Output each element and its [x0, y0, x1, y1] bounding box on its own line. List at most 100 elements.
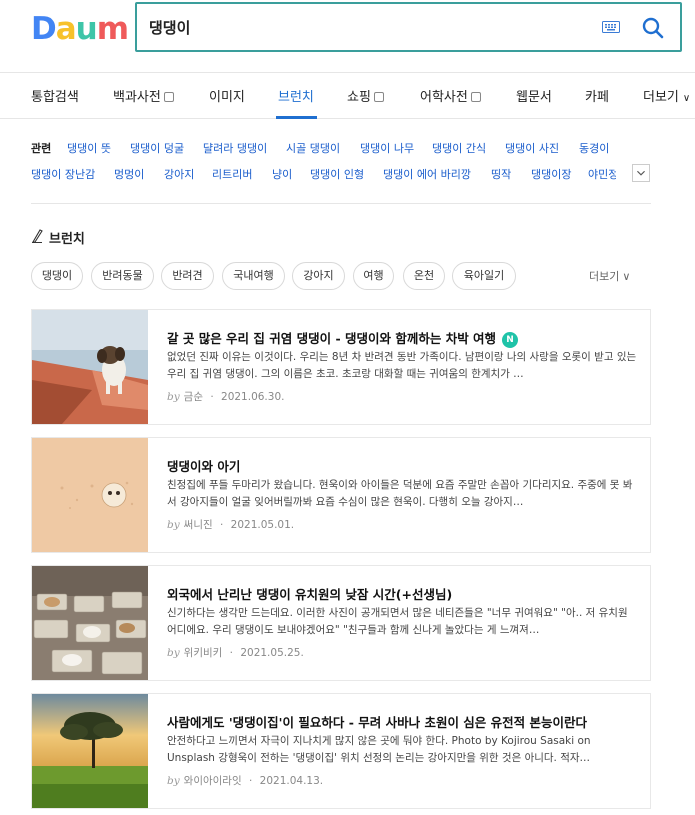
tab-images[interactable]: 이미지	[209, 86, 245, 105]
result-thumbnail-dog-boat[interactable]	[32, 310, 148, 424]
by-label: by	[167, 391, 180, 403]
result-title[interactable]: 갈 곳 많은 우리 집 귀염 댕댕이 - 댕댕이와 함께하는 차박 여행 N	[167, 328, 519, 348]
tab-encyclopedia[interactable]: 백과사전	[113, 86, 174, 105]
tab-label: 브런치	[278, 90, 314, 105]
result-meta: by 써니진 · 2021.05.01.	[167, 517, 294, 532]
tab-web-docs[interactable]: 웹문서	[516, 86, 552, 105]
separator-dot: ·	[229, 647, 233, 659]
result-snippet: 없었던 진짜 이유는 이것이다. 우리는 8년 차 반려견 동반 가족이다. 남…	[167, 351, 637, 380]
tab-label: 이미지	[209, 90, 245, 105]
related-link[interactable]: 댕댕이 뜻	[67, 140, 111, 156]
result-date: 2021.05.25.	[240, 647, 304, 659]
result-date: 2021.06.30.	[221, 391, 285, 403]
tab-dictionary[interactable]: 어학사전	[420, 86, 481, 105]
tab-brunch[interactable]: 브런치	[278, 86, 314, 105]
related-expand-button[interactable]	[632, 164, 650, 182]
result-thumbnail-savanna[interactable]	[32, 694, 148, 808]
result-card[interactable]: 사람에게도 '댕댕이집'이 필요하다 - 무려 사바나 초원이 심은 유전적 본…	[31, 693, 651, 809]
search-box	[135, 2, 682, 52]
result-author[interactable]: 금순	[184, 391, 203, 403]
keyword-chip[interactable]: 온천	[403, 262, 445, 290]
result-title[interactable]: 외국에서 난리난 댕댕이 유치원의 낮잠 시간(+선생님)	[167, 584, 452, 603]
keyword-chip[interactable]: 국내여행	[222, 262, 285, 290]
keyword-chip[interactable]: 댕댕이	[31, 262, 83, 290]
result-title[interactable]: 사람에게도 '댕댕이집'이 필요하다 - 무려 사바나 초원이 심은 유전적 본…	[167, 712, 587, 731]
separator-dot: ·	[219, 519, 224, 531]
result-snippet: 친정집에 푸들 두마리가 왔습니다. 현욱이와 아이들은 덕분에 요즘 주말만 …	[167, 479, 633, 508]
result-date: 2021.05.01.	[230, 519, 295, 531]
result-thumbnail-dogs-napping[interactable]	[32, 566, 148, 680]
logo-letter-u: u	[75, 11, 98, 47]
related-link[interactable]: 댕댕이 나무	[360, 140, 414, 156]
tab-shopping[interactable]: 쇼핑	[347, 86, 384, 105]
separator-dot: ·	[210, 391, 214, 403]
result-meta: by 금순 · 2021.06.30.	[167, 389, 284, 404]
section-title: 브런치	[49, 232, 85, 247]
related-link[interactable]: 띵작	[491, 166, 511, 182]
related-link[interactable]: 야민정음	[588, 166, 616, 182]
tab-integrated[interactable]: 통합검색	[31, 86, 79, 105]
active-tab-indicator	[276, 116, 317, 119]
keyword-chip[interactable]: 반려견	[161, 262, 214, 290]
keyword-chip[interactable]: 강아지	[292, 262, 345, 290]
chevron-down-icon: ∨	[682, 93, 691, 104]
keyboard-icon[interactable]	[602, 21, 620, 33]
result-card[interactable]: 외국에서 난리난 댕댕이 유치원의 낮잠 시간(+선생님) 신기하다는 생각만 …	[31, 565, 651, 681]
chevron-down-icon: ∨	[622, 270, 631, 283]
keyword-chip[interactable]: 여행	[353, 262, 394, 290]
logo-letter-d: D	[31, 11, 57, 47]
related-link[interactable]: 리트리버	[212, 166, 252, 182]
related-link[interactable]: 동경이	[579, 140, 609, 156]
result-card[interactable]: 댕댕이와 아기 친정집에 푸들 두마리가 왔습니다. 현욱이와 아이들은 덕분에…	[31, 437, 651, 553]
result-card[interactable]: 갈 곳 많은 우리 집 귀염 댕댕이 - 댕댕이와 함께하는 차박 여행 N 없었…	[31, 309, 651, 425]
result-thumbnail-illustration[interactable]	[32, 438, 148, 552]
tab-cafe[interactable]: 카페	[585, 86, 609, 105]
external-window-icon	[470, 92, 481, 102]
external-window-icon	[163, 92, 174, 102]
search-tabs: 통합검색 백과사전 이미지 브런치 쇼핑 어학사전 웹문서 카페 더보기 ∨	[0, 72, 695, 119]
keyword-chip[interactable]: 반려동물	[91, 262, 154, 290]
result-title[interactable]: 댕댕이와 아기	[167, 456, 240, 475]
logo-letter-m: m	[96, 11, 129, 47]
related-link[interactable]: 댕댕이 에어 바리깡	[383, 166, 471, 182]
related-link[interactable]: 댕댕이 장난감	[31, 166, 95, 182]
tab-label: 백과사전	[113, 90, 161, 105]
separator-dot: ·	[248, 775, 253, 787]
related-link[interactable]: 댕댕이 인형	[310, 166, 364, 182]
related-link[interactable]: 댕댕이 덩굴	[130, 140, 184, 156]
daum-logo[interactable]: Daum	[31, 11, 129, 47]
external-window-icon	[373, 92, 384, 102]
related-fade	[616, 164, 632, 182]
keyword-chip[interactable]: 육아일기	[452, 262, 516, 290]
result-meta: by 와이아이라잇 · 2021.04.13.	[167, 773, 323, 788]
related-link[interactable]: 강아지	[164, 166, 194, 182]
related-link[interactable]: 시골 댕댕이	[286, 140, 340, 156]
related-link[interactable]: 댕댕이 간식	[432, 140, 486, 156]
result-title-text: 갈 곳 많은 우리 집 귀염 댕댕이 - 댕댕이와 함께하는 차박 여행	[167, 331, 497, 346]
result-snippet: 안전하다고 느끼면서 자극이 지나치게 많지 않은 곳에 둬야 한다. Phot…	[167, 735, 591, 764]
search-input[interactable]	[149, 15, 589, 39]
related-link[interactable]: 냥이	[272, 166, 292, 182]
related-link[interactable]: 댕댕이 사진	[505, 140, 559, 156]
result-author[interactable]: 써니진	[184, 519, 213, 531]
related-link[interactable]: 댤려라 댕댕이	[203, 140, 267, 156]
more-label: 더보기	[589, 270, 620, 283]
tab-label: 더보기	[643, 90, 679, 105]
search-icon[interactable]	[640, 15, 666, 41]
by-label: by	[167, 775, 180, 787]
result-author[interactable]: 와이아이라잇	[184, 775, 242, 787]
tab-more[interactable]: 더보기 ∨	[643, 86, 690, 105]
tab-label: 통합검색	[31, 90, 79, 105]
brunch-pen-icon	[32, 229, 43, 243]
result-author[interactable]: 위키비키	[184, 647, 223, 659]
result-snippet: 신기하다는 생각만 드는데요. 이러한 사진이 공개되면서 많은 네티즌들은 "…	[167, 607, 628, 636]
more-keywords-button[interactable]: 더보기 ∨	[589, 268, 630, 284]
tab-label: 쇼핑	[347, 90, 371, 105]
tab-label: 웹문서	[516, 90, 552, 105]
result-meta: by 위키비키 · 2021.05.25.	[167, 645, 304, 660]
related-link[interactable]: 멍멍이	[114, 166, 144, 182]
related-label: 관련	[31, 142, 52, 155]
related-link[interactable]: 댕댕이장	[531, 166, 571, 182]
new-badge: N	[502, 332, 519, 348]
section-divider	[31, 203, 651, 204]
